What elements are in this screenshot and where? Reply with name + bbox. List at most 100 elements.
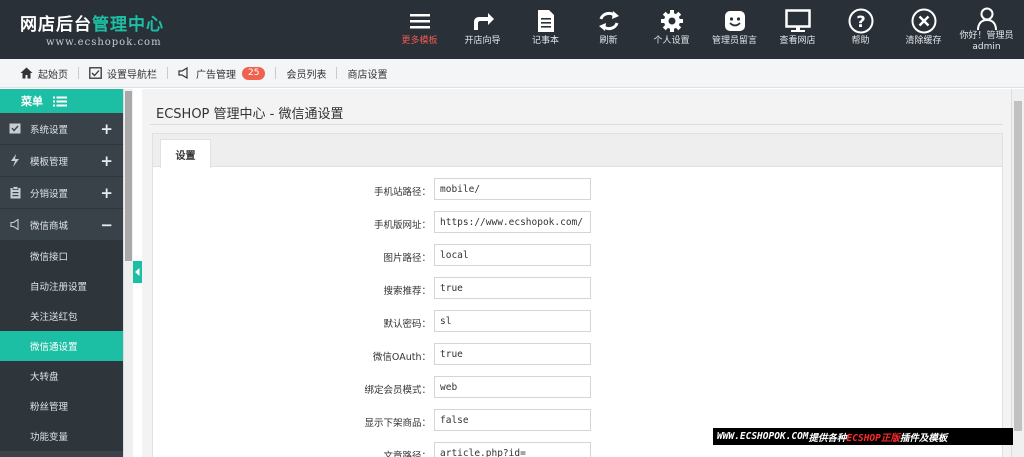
image-path-input[interactable] [434,244,591,266]
home-icon [20,67,33,79]
subnav-divider [78,67,79,79]
top-nav-label: 管理员留言 [711,36,757,46]
sidebar-scrollbar[interactable] [123,89,133,457]
top-nav-help[interactable]: ? 帮助 [829,0,892,59]
notepad-icon [536,0,556,36]
form-row-default-password: 默认密码： [153,310,1003,334]
user-greeting: 你好！管理员 [959,31,1014,41]
search-recommend-input[interactable] [434,277,591,299]
top-nav-label: 更多模板 [401,36,438,46]
article-path-input[interactable] [434,442,591,457]
sidebar-group-system-settings[interactable]: 系统设置 + [0,113,123,145]
default-password-input[interactable] [434,310,591,332]
sidebar-collapse-button[interactable] [133,261,142,283]
logo[interactable]: 网店后台管理中心 www.ecshopok.com [20,10,190,48]
top-nav-label: 刷新 [599,36,618,46]
top-header: 网店后台管理中心 www.ecshopok.com 更多模板 开店向导 记事本 [0,0,1024,59]
top-nav-refresh[interactable]: 刷新 [577,0,640,59]
top-nav: 更多模板 开店向导 记事本 刷新 个人设置 管理员留言 查看网店 ? 帮助 清除… [388,0,1018,59]
subnav-item-ad-management[interactable]: 广告管理 25 [178,66,266,81]
top-nav-clear-cache[interactable]: 清除缓存 [892,0,955,59]
smiley-message-icon [724,0,746,36]
form-row-bind-member-mode: 绑定会员模式： [153,376,1003,400]
logo-title: 网店后台管理中心 [20,10,190,35]
top-nav-user[interactable]: 你好！管理员 admin [955,0,1018,59]
clear-cache-icon [911,0,937,36]
sidebar-group-distribution-settings[interactable]: 分销设置 + [0,177,123,209]
main-scrollbar[interactable] [1011,89,1024,457]
field-label: 搜索推荐： [383,286,431,297]
logo-title-part1: 网店后台 [20,15,92,35]
show-offshelf-goods-input[interactable] [434,409,591,431]
ad-count-badge: 25 [242,66,266,80]
top-nav-notepad[interactable]: 记事本 [514,0,577,59]
field-label: 绑定会员模式： [364,385,431,396]
share-arrow-icon [471,0,495,36]
list-icon [53,96,67,107]
wechat-oauth-input[interactable] [434,343,591,365]
form-row-wechat-oauth: 微信OAuth： [153,343,1003,367]
sidebar-group-template-management[interactable]: 模板管理 + [0,145,123,177]
sidebar-item-follow-red-packet[interactable]: 关注送红包 [0,301,123,331]
top-nav-admin-messages[interactable]: 管理员留言 [703,0,766,59]
sidebar: 菜单 系统设置 + 模板管理 + 分销设置 + 微信商城 − 微信接口 自动注册… [0,89,123,457]
watermark-text: WWW.ECSHOPOK.COM [717,431,809,442]
user-icon [976,0,998,31]
logo-title-part2: 管理中心 [92,15,164,35]
sidebar-group-label: 微信商城 [30,220,69,232]
sidebar-item-fan-management[interactable]: 粉丝管理 [0,391,123,421]
collapse-icon[interactable]: − [100,216,113,234]
top-nav-label: 开店向导 [464,36,501,46]
subnav-label: 设置导航栏 [107,69,157,81]
sidebar-group-wechat-mall[interactable]: 微信商城 − [0,209,123,241]
subnav-item-store-settings[interactable]: 商店设置 [347,66,387,81]
page-title: ECSHOP 管理中心 - 微信通设置 [156,107,344,122]
top-nav-setup-wizard[interactable]: 开店向导 [451,0,514,59]
field-label: 微信OAuth： [372,352,431,363]
subnav-item-home[interactable]: 起始页 [20,66,68,81]
help-icon: ? [848,0,874,36]
subnav-item-navbar-settings[interactable]: 设置导航栏 [89,66,157,81]
monitor-icon [784,0,811,36]
subnav-label: 起始页 [38,69,68,81]
sidebar-group-label: 系统设置 [30,124,69,136]
subnav-label: 商店设置 [347,69,388,81]
subnav-divider [275,67,277,79]
expand-icon[interactable]: + [100,120,113,138]
megaphone-icon [178,67,191,79]
system-settings-icon [8,123,22,134]
watermark-text: 插件及模板 [899,432,948,444]
form-row-mobile-url: 手机版网址： [153,211,1003,235]
sidebar-menu-header[interactable]: 菜单 [0,89,123,113]
bind-member-mode-input[interactable] [434,376,591,398]
expand-icon[interactable]: + [100,152,113,170]
form-row-search-recommend: 搜索推荐： [153,277,1003,301]
top-nav-view-store[interactable]: 查看网店 [766,0,829,59]
subnav-label: 广告管理 [196,69,236,81]
subnav-divider [336,67,338,79]
subnav-item-member-list[interactable]: 会员列表 [286,66,326,81]
user-name: admin [972,42,1001,52]
main-scrollbar-thumb[interactable] [1014,101,1022,431]
template-icon [8,154,22,167]
sidebar-item-wechat-settings[interactable]: 微信通设置 [0,331,123,361]
sidebar-item-function-variables[interactable]: 功能变量 [0,421,123,451]
svg-text:?: ? [856,12,865,31]
logo-subtitle: www.ecshopok.com [46,37,162,48]
top-nav-label: 帮助 [851,36,870,46]
sidebar-item-lucky-wheel[interactable]: 大转盘 [0,361,123,391]
sidebar-scrollbar-thumb[interactable] [125,91,132,261]
mobile-url-input[interactable] [434,211,591,233]
refresh-icon [597,0,621,36]
distribution-icon [8,186,22,199]
top-nav-personal-settings[interactable]: 个人设置 [640,0,703,59]
subnav-divider [167,67,168,79]
tab-settings[interactable]: 设置 [160,139,211,168]
sidebar-item-wechat-interface[interactable]: 微信接口 [0,241,123,271]
subnav-label: 会员列表 [286,69,327,81]
mobile-path-input[interactable] [434,178,591,200]
sidebar-item-auto-register[interactable]: 自动注册设置 [0,271,123,301]
tab-bar [153,134,1002,167]
expand-icon[interactable]: + [100,184,113,202]
top-nav-more-templates[interactable]: 更多模板 [388,0,451,59]
